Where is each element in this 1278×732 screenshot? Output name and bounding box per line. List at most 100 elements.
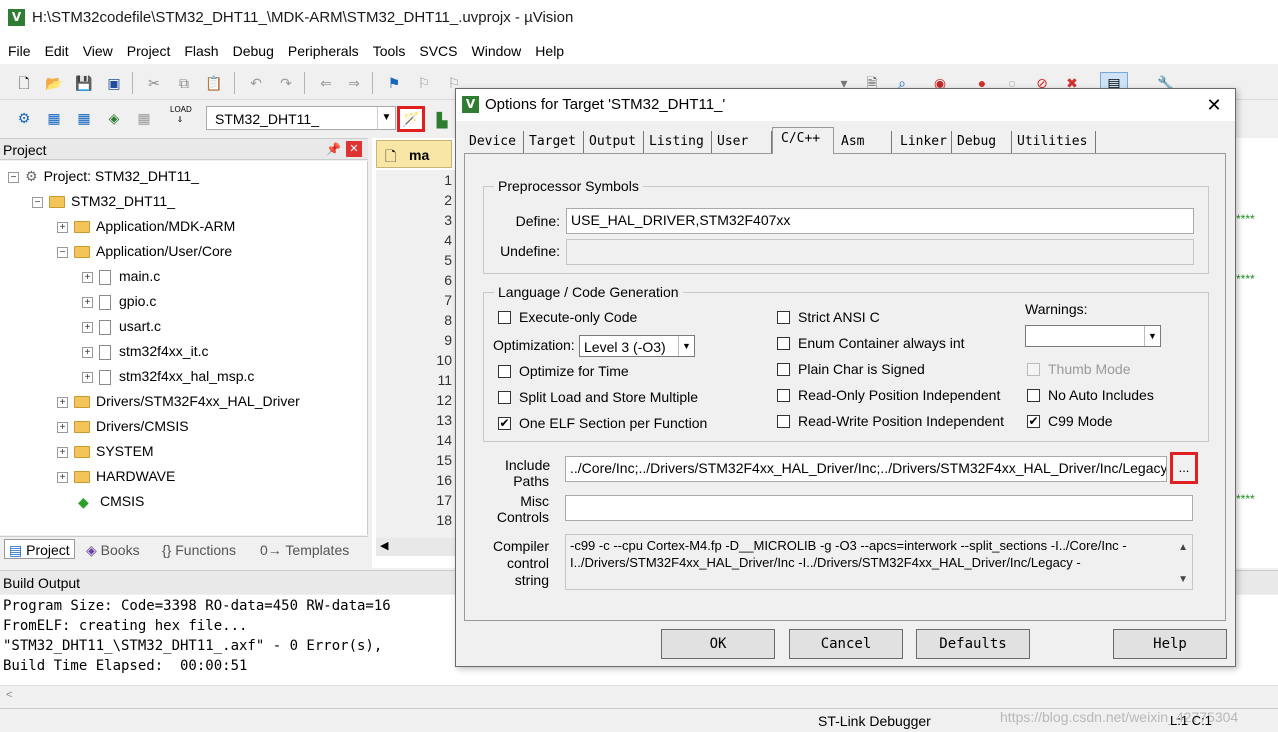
expand-icon[interactable]: + <box>57 221 68 233</box>
c99-mode-checkbox[interactable]: ✔ <box>1027 415 1040 428</box>
defaults-button[interactable]: Defaults <box>916 629 1030 659</box>
close-icon[interactable]: ✕ <box>346 141 362 157</box>
redo-icon[interactable]: ↷ <box>276 73 296 93</box>
tab-listing[interactable]: Listing <box>644 131 712 153</box>
expand-icon[interactable]: + <box>82 296 93 308</box>
menu-help[interactable]: Help <box>529 43 570 59</box>
open-folder-icon[interactable]: 📂 <box>44 73 64 93</box>
tree-item-folder[interactable]: + SYSTEM <box>57 440 154 462</box>
menu-window[interactable]: Window <box>466 43 528 59</box>
include-paths-input[interactable]: ../Core/Inc;../Drivers/STM32F4xx_HAL_Dri… <box>565 456 1167 482</box>
tree-item-folder[interactable]: + Drivers/CMSIS <box>57 415 189 437</box>
split-load-store-checkbox[interactable] <box>498 391 511 404</box>
tab-project[interactable]: ▤ Project <box>4 539 75 559</box>
new-file-icon[interactable]: 🗋 <box>14 73 34 93</box>
load-download-icon[interactable]: LOAD ⇓ <box>170 105 192 125</box>
editor-horizontal-scrollbar[interactable]: ◀ <box>376 538 456 556</box>
chevron-down-icon[interactable]: ▼ <box>1144 326 1160 346</box>
expand-icon[interactable]: + <box>82 271 93 283</box>
scroll-down-icon[interactable]: ▼ <box>1178 571 1188 588</box>
define-input[interactable]: USE_HAL_DRIVER,STM32F407xx <box>566 208 1194 234</box>
expand-icon[interactable]: + <box>82 321 93 333</box>
copy-icon[interactable]: ⧉ <box>174 73 194 93</box>
menu-project[interactable]: Project <box>121 43 177 59</box>
scroll-left-icon[interactable]: ◀ <box>380 539 388 552</box>
expand-icon[interactable]: + <box>57 471 68 483</box>
collapse-icon[interactable]: − <box>8 171 19 183</box>
expand-icon[interactable]: + <box>57 396 68 408</box>
tree-item-target[interactable]: − STM32_DHT11_ <box>32 190 175 212</box>
translate-icon[interactable]: ⚙ <box>14 108 34 128</box>
expand-icon[interactable]: + <box>82 346 93 358</box>
tree-item-component[interactable]: ◆ CMSIS <box>78 490 144 512</box>
tab-utilities[interactable]: Utilities <box>1012 131 1096 153</box>
close-icon[interactable]: ✕ <box>1202 93 1226 117</box>
tab-templates[interactable]: 0→ Templates <box>260 540 349 560</box>
prev-bookmark-icon[interactable]: ⚐ <box>414 73 434 93</box>
tree-item-file[interactable]: + stm32f4xx_it.c <box>82 340 208 362</box>
bookmark-icon[interactable]: ⚑ <box>384 73 404 93</box>
chevron-down-icon[interactable]: ▼ <box>377 107 395 129</box>
warnings-select[interactable]: ▼ <box>1025 325 1161 347</box>
expand-icon[interactable]: + <box>82 371 93 383</box>
batch-build-icon[interactable]: ◈ <box>104 108 124 128</box>
paste-icon[interactable]: 📋 <box>204 73 224 93</box>
optimization-select[interactable]: Level 3 (-O3) ▼ <box>579 335 695 357</box>
target-select[interactable]: STM32_DHT11_ ▼ <box>206 106 396 130</box>
tree-item-file[interactable]: + gpio.c <box>82 290 156 312</box>
menu-svcs[interactable]: SVCS <box>413 43 463 59</box>
help-button[interactable]: Help <box>1113 629 1227 659</box>
tab-functions[interactable]: {} Functions <box>162 540 236 560</box>
collapse-icon[interactable]: − <box>32 196 43 208</box>
menu-flash[interactable]: Flash <box>178 43 224 59</box>
tab-asm[interactable]: Asm <box>836 131 892 153</box>
tree-item-file[interactable]: + stm32f4xx_hal_msp.c <box>82 365 254 387</box>
tree-item-folder[interactable]: + Drivers/STM32F4xx_HAL_Driver <box>57 390 300 412</box>
expand-icon[interactable]: + <box>57 446 68 458</box>
build-icon[interactable]: ▦ <box>44 108 64 128</box>
stop-build-icon[interactable]: ▦ <box>134 108 154 128</box>
tree-item-file[interactable]: + main.c <box>82 265 160 287</box>
menu-file[interactable]: File <box>2 43 37 59</box>
save-all-icon[interactable]: ▣ <box>104 73 124 93</box>
menu-view[interactable]: View <box>77 43 119 59</box>
cut-icon[interactable]: ✂ <box>144 73 164 93</box>
ro-position-independent-checkbox[interactable] <box>777 389 790 402</box>
tab-linker[interactable]: Linker <box>892 131 952 153</box>
menu-tools[interactable]: Tools <box>367 43 412 59</box>
enum-container-checkbox[interactable] <box>777 337 790 350</box>
collapse-icon[interactable]: − <box>57 246 68 258</box>
scroll-up-icon[interactable]: ▲ <box>1178 539 1188 556</box>
misc-controls-input[interactable] <box>565 495 1193 521</box>
options-for-target-button[interactable]: 🪄 <box>397 106 425 132</box>
undo-icon[interactable]: ↶ <box>246 73 266 93</box>
no-auto-includes-checkbox[interactable] <box>1027 389 1040 402</box>
pin-icon[interactable]: 📌 <box>326 142 341 156</box>
cancel-button[interactable]: Cancel <box>789 629 903 659</box>
tab-device[interactable]: Device <box>464 131 524 153</box>
nav-forward-icon[interactable]: ⇒ <box>344 73 364 93</box>
ok-button[interactable]: OK <box>661 629 775 659</box>
menu-peripherals[interactable]: Peripherals <box>282 43 365 59</box>
rw-position-independent-checkbox[interactable] <box>777 415 790 428</box>
tab-target[interactable]: Target <box>524 131 584 153</box>
menu-edit[interactable]: Edit <box>39 43 75 59</box>
menu-debug[interactable]: Debug <box>227 43 280 59</box>
strict-ansi-c-checkbox[interactable] <box>777 311 790 324</box>
tab-books[interactable]: ◈ Books <box>86 540 140 560</box>
tree-item-folder[interactable]: − Application/User/Core <box>57 240 232 262</box>
chevron-down-icon[interactable]: ▼ <box>678 336 694 356</box>
scroll-left-icon[interactable]: < <box>6 689 12 701</box>
build-output-horizontal-scrollbar[interactable]: < <box>0 685 1278 707</box>
save-icon[interactable]: 💾 <box>74 73 94 93</box>
one-elf-section-checkbox[interactable]: ✔ <box>498 417 511 430</box>
rebuild-icon[interactable]: ▦ <box>74 108 94 128</box>
optimize-for-time-checkbox[interactable] <box>498 365 511 378</box>
tree-item-folder[interactable]: + HARDWAVE <box>57 465 175 487</box>
tab-output[interactable]: Output <box>584 131 644 153</box>
plain-char-signed-checkbox[interactable] <box>777 363 790 376</box>
tab-debug[interactable]: Debug <box>952 131 1012 153</box>
editor-tab-main[interactable]: 🗋 ma <box>376 140 452 168</box>
include-paths-browse-button[interactable]: ... <box>1170 452 1198 484</box>
tab-c-cpp[interactable]: C/C++ <box>772 127 834 154</box>
